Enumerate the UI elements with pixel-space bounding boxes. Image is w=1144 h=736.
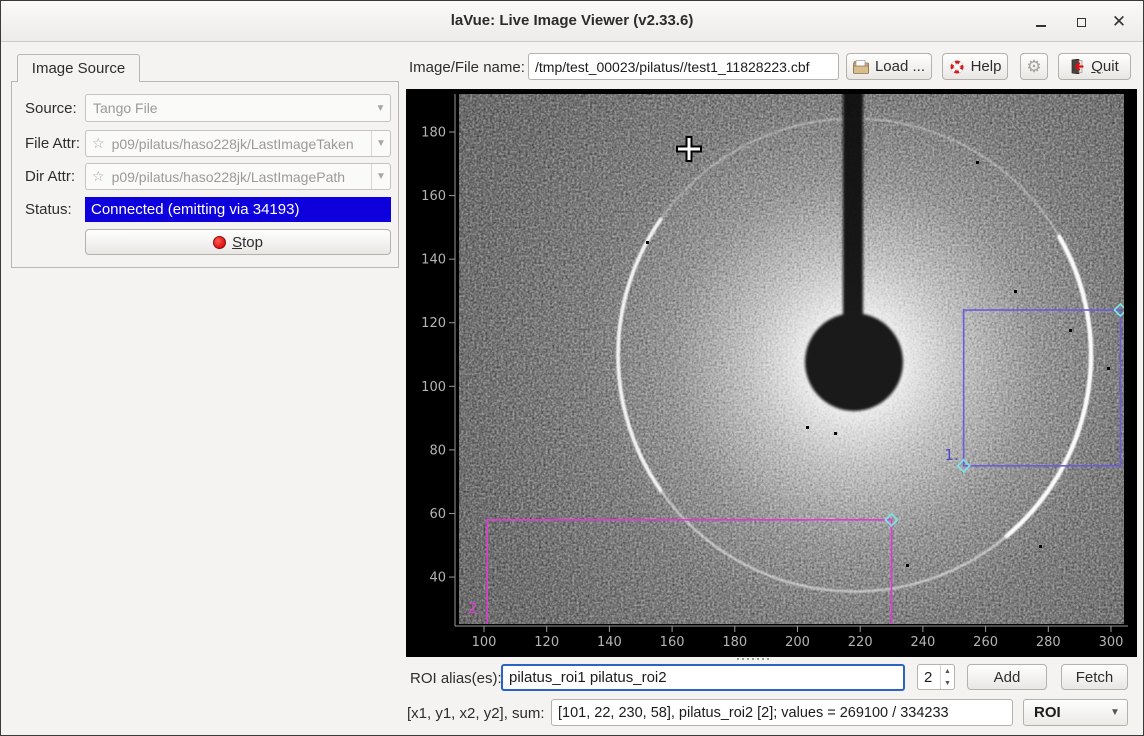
y-axis-tick-label: 80 [429, 443, 446, 458]
close-icon: ✕ [1112, 12, 1126, 32]
chevron-down-icon[interactable]: ▼ [371, 131, 390, 156]
x-axis-tick-label: 300 [1099, 635, 1124, 650]
source-label: Source: [25, 100, 77, 117]
quit-button-label: Quit [1091, 58, 1119, 75]
y-axis-tick-label: 120 [421, 316, 446, 331]
help-button-label: Help [971, 58, 1002, 75]
roi-alias-input[interactable] [501, 664, 905, 691]
status-label: Status: [25, 201, 72, 218]
x-axis-tick-label: 160 [660, 635, 685, 650]
load-button[interactable]: Load ... [846, 53, 932, 80]
help-button[interactable]: Help [942, 53, 1008, 80]
y-axis-tick-label: 60 [429, 507, 446, 522]
file-attr-combobox[interactable]: ☆ p09/pilatus/haso228jk/LastImageTaken ▼ [85, 130, 391, 157]
file-attr-value: p09/pilatus/haso228jk/LastImageTaken [105, 136, 371, 152]
load-button-label: Load ... [875, 58, 925, 75]
stop-icon [213, 236, 226, 249]
star-icon: ☆ [86, 168, 105, 185]
tab-image-source[interactable]: Image Source [17, 54, 140, 82]
y-axis-tick-label: 180 [421, 126, 446, 141]
roi-alias-label: ROI alias(es): [410, 670, 502, 687]
chevron-down-icon: ▼ [1103, 707, 1127, 718]
x-axis-tick-label: 200 [785, 635, 810, 650]
star-icon: ☆ [86, 135, 105, 152]
quit-button[interactable]: Quit [1058, 53, 1131, 80]
roi-count-value: 2 [918, 665, 940, 689]
x-axis-tick-label: 240 [910, 635, 935, 650]
gear-icon: ⚙ [1026, 57, 1041, 77]
lifebuoy-help-icon [949, 59, 965, 75]
y-axis-tick-label: 100 [421, 380, 446, 395]
chevron-down-icon: ▼ [371, 95, 390, 121]
y-axis-tick-label: 140 [421, 253, 446, 268]
image-plot[interactable]: 1. 2. 100 120 140 160 180 200 220 240 260 280 300 18… [406, 89, 1137, 657]
dir-attr-combobox[interactable]: ☆ p09/pilatus/haso228jk/LastImagePath ▼ [85, 163, 391, 190]
spin-down-icon[interactable]: ▼ [941, 677, 954, 689]
spin-up-icon[interactable]: ▲ [941, 665, 954, 677]
app-window: laVue: Live Image Viewer (v2.33.6) ✕ Ima… [0, 0, 1144, 736]
x-axis-tick-label: 280 [1036, 635, 1061, 650]
chevron-down-icon[interactable]: ▼ [371, 164, 390, 189]
status-value: Connected (emitting via 34193) [85, 197, 391, 222]
stop-button[interactable]: Stop [85, 229, 391, 255]
x-axis-tick-label: 220 [848, 635, 873, 650]
roi-sum-value[interactable] [551, 699, 1013, 726]
window-title: laVue: Live Image Viewer (v2.33.6) [1, 12, 1143, 29]
folder-icon [853, 60, 869, 74]
dir-attr-value: p09/pilatus/haso228jk/LastImagePath [105, 169, 371, 185]
x-axis-tick-label: 140 [597, 635, 622, 650]
stop-button-label: Stop [232, 234, 263, 251]
roi-sum-label: [x1, y1, x2, y2], sum: [407, 705, 545, 722]
x-axis-tick-label: 260 [973, 635, 998, 650]
x-axis-tick-label: 180 [722, 635, 747, 650]
titlebar: laVue: Live Image Viewer (v2.33.6) ✕ [1, 1, 1143, 42]
roi-label-1: 1. [944, 446, 958, 464]
maximize-icon [1077, 18, 1086, 27]
minimize-icon [1036, 25, 1046, 27]
roi-count-spinbox[interactable]: 2 ▲ ▼ [917, 664, 955, 690]
add-roi-button[interactable]: Add [967, 664, 1047, 690]
tool-dropdown[interactable]: ROI ▼ [1023, 699, 1128, 726]
quit-door-icon [1070, 59, 1085, 74]
detector-image [459, 91, 1124, 624]
source-value: Tango File [86, 100, 371, 116]
file-attr-label: File Attr: [25, 135, 80, 152]
filename-input[interactable] [528, 53, 839, 80]
splitter-handle[interactable] [737, 658, 769, 660]
x-axis-tick-label: 120 [534, 635, 559, 650]
x-axis-tick-label: 100 [472, 635, 497, 650]
y-axis-tick-label: 160 [421, 189, 446, 204]
close-button[interactable]: ✕ [1107, 11, 1131, 33]
y-axis-tick-label: 40 [429, 571, 446, 586]
maximize-button[interactable] [1069, 11, 1093, 33]
roi-label-2: 2. [468, 599, 482, 617]
source-combobox[interactable]: Tango File ▼ [85, 94, 391, 122]
settings-button[interactable]: ⚙ [1020, 53, 1048, 80]
tool-dropdown-value: ROI [1024, 704, 1103, 721]
fetch-roi-button[interactable]: Fetch [1061, 664, 1128, 690]
filename-label: Image/File name: [409, 59, 525, 76]
dir-attr-label: Dir Attr: [25, 168, 75, 185]
minimize-button[interactable] [1029, 11, 1053, 33]
